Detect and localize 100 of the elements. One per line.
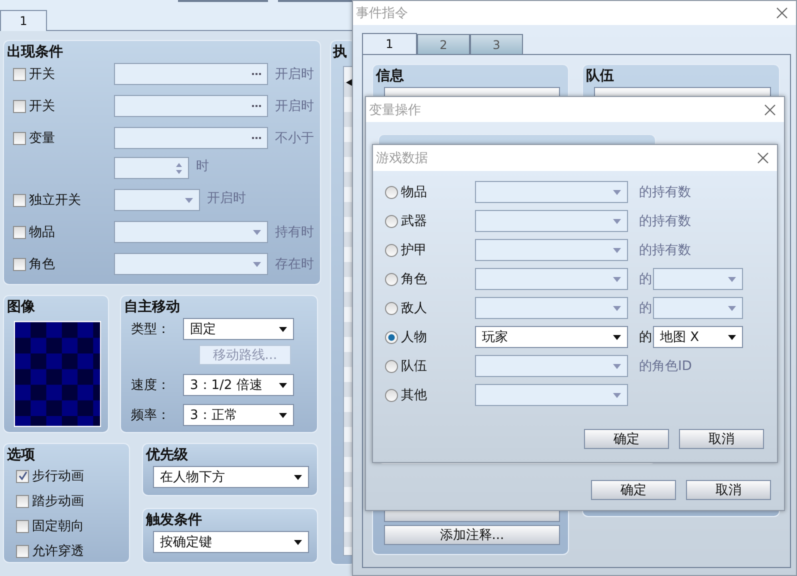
dropdown[interactable]: 按确定键 [153,531,309,553]
caret-icon [613,392,621,398]
group-title: 触发条件 [146,511,203,529]
radio-label: 人物 [401,329,427,346]
caret-icon [294,540,302,544]
checkbox[interactable] [13,194,26,206]
caret-icon [185,198,193,202]
radio-label: 队伍 [401,358,427,375]
radio-label: 物品 [401,184,427,201]
suffix-label: 的持有数 [638,242,692,259]
close-icon[interactable] [757,152,769,164]
dropdown[interactable] [475,181,628,203]
checkbox[interactable] [13,68,26,80]
caret-icon [613,218,621,224]
dialog-button[interactable]: 确定 [584,429,669,449]
dialog-button[interactable]: 取消 [686,480,771,500]
radio-button[interactable] [385,272,398,286]
dropdown[interactable]: 3：1/2 倍速 [183,374,294,396]
checkbox-label: 固定朝向 [32,518,84,535]
dropdown[interactable] [475,268,628,290]
command-button[interactable]: 添加注释... [384,525,560,545]
dialog-button[interactable]: 取消 [679,429,764,449]
radio-button[interactable] [385,360,398,372]
caret-icon [613,306,621,310]
dropdown[interactable]: 3：正常 [183,404,294,426]
page-tab[interactable]: 2 [417,34,470,54]
group-title: 队伍 [586,67,615,85]
checkbox[interactable] [16,544,29,558]
checkbox[interactable] [13,258,26,270]
checkbox[interactable] [13,226,26,238]
suffix-label: 存在时 [275,256,314,273]
checkbox-label: 独立开关 [29,192,81,209]
dropdown[interactable] [653,268,743,290]
checkbox[interactable] [16,470,29,482]
dropdown[interactable]: 地图 X [653,326,743,348]
group-title: 优先级 [146,446,189,464]
input-field[interactable] [114,63,268,85]
page-tab[interactable]: 1 [362,33,417,54]
dropdown[interactable] [475,210,628,232]
suffix-label: 的角色ID [638,358,693,375]
suffix-label: 的持有数 [638,213,692,230]
window-title: 游戏数据 [376,150,428,167]
dropdown[interactable] [475,239,628,261]
dialog-button[interactable]: 确定 [591,480,676,500]
suffix-label: 的 [638,329,653,346]
dropdown[interactable] [475,297,628,319]
page-tab[interactable]: 1 [0,10,47,31]
checkbox-label: 开关 [29,98,55,115]
input-field[interactable] [114,95,268,117]
checkbox-label: 步行动画 [32,468,84,485]
suffix-label: 不小于 [275,130,314,147]
dropdown[interactable]: 在人物下方 [153,466,309,488]
caret-icon [253,262,261,266]
radio-button[interactable] [385,388,398,402]
dropdown[interactable] [114,253,268,275]
command-list[interactable] [343,66,352,556]
radio-label: 角色 [401,271,427,288]
radio-label: 其他 [401,387,427,404]
radio-button[interactable] [385,330,398,344]
dropdown[interactable]: 固定 [183,318,294,340]
dropdown[interactable] [475,384,628,406]
dropdown[interactable] [114,189,200,211]
checkbox[interactable] [13,132,26,144]
checkbox[interactable] [16,520,29,532]
checkbox-label: 物品 [29,224,55,241]
dropdown[interactable]: 玩家 [475,326,628,348]
dropdown[interactable] [114,221,268,243]
close-icon[interactable] [776,7,788,19]
field-label: 速度： [130,377,171,394]
suffix-label: 持有时 [275,224,314,241]
caret-icon [728,276,736,282]
group-title: 出现条件 [7,43,64,61]
radio-button[interactable] [385,244,398,256]
spinner-arrows-icon [176,162,182,174]
radio-button[interactable] [385,186,398,198]
checkbox-label: 踏步动画 [32,493,84,510]
checkbox-label: 变量 [29,130,55,147]
radio-label: 护甲 [401,242,427,259]
dropdown[interactable] [653,297,743,319]
suffix-label: 的 [638,300,653,317]
checkbox-label: 开关 [29,66,55,83]
suffix-label: 时 [196,158,209,176]
caret-icon [613,190,621,194]
dropdown[interactable] [475,355,628,377]
input-field[interactable] [114,127,268,149]
suffix-label: 的 [638,271,653,288]
radio-button[interactable] [385,302,398,314]
checkbox-label: 允许穿透 [32,543,84,560]
caret-icon [613,276,621,282]
suffix-label: 的持有数 [638,184,692,201]
suffix-label: 开启时 [207,190,246,208]
page-tab[interactable]: 3 [470,34,523,54]
group-title: 信息 [376,67,405,85]
caret-icon [613,248,621,252]
close-icon[interactable] [764,104,776,116]
checkbox[interactable] [16,494,29,508]
checkbox[interactable] [13,100,26,112]
radio-button[interactable] [385,214,398,228]
field-label: 频率： [130,407,171,424]
radio-label: 武器 [401,213,427,230]
